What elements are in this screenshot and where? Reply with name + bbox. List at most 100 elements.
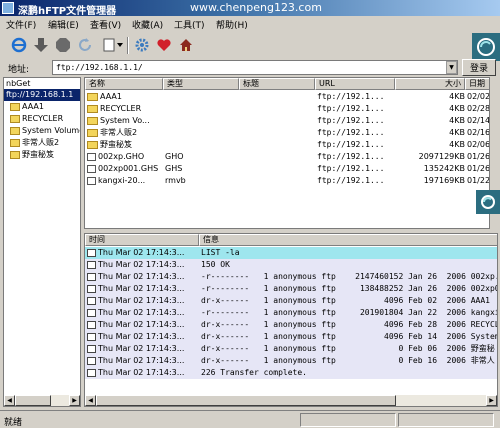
folder-icon bbox=[87, 92, 98, 101]
folder-icon bbox=[87, 128, 98, 137]
log-entry-icon bbox=[87, 296, 96, 305]
file-row[interactable]: 002xp001.GHS GHS ftp://192.1... 135242KB… bbox=[85, 163, 489, 175]
chevron-down-icon[interactable] bbox=[116, 36, 124, 54]
scroll-thumb[interactable] bbox=[96, 395, 396, 406]
log-row[interactable]: Thu Mar 02 17:14:3... 226 Transfer compl… bbox=[85, 367, 497, 379]
log-list: 时间 信息 Thu Mar 02 17:14:3... LIST -la Thu… bbox=[84, 233, 498, 407]
folder-tree: nbGet ftp://192.168.1.1 AAA1 RECYCLER Sy… bbox=[3, 77, 81, 407]
log-hscrollbar[interactable]: ◀ ▶ bbox=[85, 395, 497, 406]
favorites-heart-icon[interactable] bbox=[155, 36, 173, 54]
tree-item-server[interactable]: ftp://192.168.1.1 bbox=[4, 89, 80, 101]
log-row[interactable]: Thu Mar 02 17:14:3... dr-x------ 1 anony… bbox=[85, 331, 497, 343]
log-row[interactable]: Thu Mar 02 17:14:3... -r-------- 1 anony… bbox=[85, 307, 497, 319]
log-entry-icon bbox=[87, 320, 96, 329]
menu-file[interactable]: 文件(F) bbox=[6, 18, 36, 31]
log-entry-icon bbox=[87, 356, 96, 365]
tree-item[interactable]: System Volume bbox=[4, 125, 80, 137]
tree-item[interactable]: RECYCLER bbox=[4, 113, 80, 125]
log-entry-icon bbox=[87, 308, 96, 317]
tree-item[interactable]: 野蛮秘笈 bbox=[4, 149, 80, 161]
ie-connect-icon[interactable] bbox=[10, 36, 28, 54]
address-dropdown-icon[interactable]: ▼ bbox=[446, 61, 457, 74]
folder-icon bbox=[10, 102, 20, 111]
col-name[interactable]: 名称 bbox=[85, 78, 163, 90]
log-row[interactable]: Thu Mar 02 17:14:3... LIST -la bbox=[85, 247, 497, 259]
file-row[interactable]: 非常人贩2 ftp://192.1... 4KB 02/16/ bbox=[85, 127, 489, 139]
log-entry-icon bbox=[87, 344, 96, 353]
download-arrow-icon[interactable] bbox=[32, 36, 50, 54]
log-row[interactable]: Thu Mar 02 17:14:3... 150 OK bbox=[85, 259, 497, 271]
folder-icon bbox=[10, 150, 20, 159]
status-panel bbox=[398, 413, 494, 427]
log-row[interactable]: Thu Mar 02 17:14:3... -r-------- 1 anony… bbox=[85, 283, 497, 295]
log-row[interactable]: Thu Mar 02 17:14:3... dr-x------ 1 anony… bbox=[85, 355, 497, 367]
brand-logo bbox=[472, 33, 500, 61]
folder-icon bbox=[10, 138, 20, 147]
folder-icon bbox=[10, 114, 20, 123]
col-info[interactable]: 信息 bbox=[199, 234, 497, 246]
file-row[interactable]: 002xp.GHO GHO ftp://192.1... 2097129KB 0… bbox=[85, 151, 489, 163]
tree-root[interactable]: nbGet bbox=[4, 78, 80, 89]
menu-bar: 文件(F) 编辑(E) 查看(V) 收藏(A) 工具(T) 帮助(H) bbox=[0, 16, 500, 32]
file-row[interactable]: 野蛮秘笈 ftp://192.1... 4KB 02/06/ bbox=[85, 139, 489, 151]
log-row[interactable]: Thu Mar 02 17:14:3... dr-x------ 1 anony… bbox=[85, 295, 497, 307]
toolbar bbox=[0, 33, 472, 59]
settings-gear-icon[interactable] bbox=[133, 36, 151, 54]
log-entry-icon bbox=[87, 260, 96, 269]
site-watermark: www.chenpeng123.com bbox=[190, 1, 322, 14]
brand-logo-small bbox=[476, 190, 500, 214]
tree-item[interactable]: AAA1 bbox=[4, 101, 80, 113]
tree-hscrollbar[interactable]: ◀ ▶ bbox=[4, 395, 80, 406]
file-row[interactable]: kangxi-20... rmvb ftp://192.1... 197169K… bbox=[85, 175, 489, 187]
scroll-left-icon[interactable]: ◀ bbox=[85, 395, 96, 406]
file-icon bbox=[87, 152, 96, 161]
file-list: 名称 类型 标题 URL 大小 日期 AAA1 ftp://192.1... 4… bbox=[84, 77, 490, 229]
tree-item[interactable]: 非常人贩2 bbox=[4, 137, 80, 149]
scroll-thumb[interactable] bbox=[15, 395, 51, 406]
folder-icon bbox=[87, 116, 98, 125]
title-bar: 深鹏hFTP文件管理器 www.chenpeng123.com bbox=[0, 0, 500, 17]
log-entry-icon bbox=[87, 284, 96, 293]
home-icon[interactable] bbox=[177, 36, 195, 54]
folder-icon bbox=[87, 140, 98, 149]
folder-icon bbox=[87, 104, 98, 113]
menu-tools[interactable]: 工具(T) bbox=[174, 18, 205, 31]
log-row[interactable]: Thu Mar 02 17:14:3... -r-------- 1 anony… bbox=[85, 271, 497, 283]
log-row[interactable]: Thu Mar 02 17:14:3... dr-x------ 1 anony… bbox=[85, 343, 497, 355]
login-button[interactable]: 登录 bbox=[462, 59, 496, 76]
col-time[interactable]: 时间 bbox=[85, 234, 199, 246]
app-icon bbox=[2, 2, 14, 14]
log-entry-icon bbox=[87, 332, 96, 341]
log-entry-icon bbox=[87, 368, 96, 377]
file-row[interactable]: System Vo... ftp://192.1... 4KB 02/14/ bbox=[85, 115, 489, 127]
address-input[interactable]: ftp://192.168.1.1/ bbox=[52, 60, 458, 75]
col-date[interactable]: 日期 bbox=[465, 78, 489, 90]
status-bar: 就绪 bbox=[0, 410, 500, 428]
menu-favorites[interactable]: 收藏(A) bbox=[132, 18, 163, 31]
col-title[interactable]: 标题 bbox=[239, 78, 315, 90]
file-icon bbox=[87, 164, 96, 173]
scroll-right-icon[interactable]: ▶ bbox=[69, 395, 80, 406]
col-type[interactable]: 类型 bbox=[163, 78, 239, 90]
col-url[interactable]: URL bbox=[315, 78, 395, 90]
file-row[interactable]: AAA1 ftp://192.1... 4KB 02/02/ bbox=[85, 91, 489, 103]
menu-edit[interactable]: 编辑(E) bbox=[48, 18, 79, 31]
col-size[interactable]: 大小 bbox=[395, 78, 465, 90]
scroll-left-icon[interactable]: ◀ bbox=[4, 395, 15, 406]
scroll-right-icon[interactable]: ▶ bbox=[486, 395, 497, 406]
toolbar-separator bbox=[127, 37, 129, 54]
file-icon bbox=[87, 176, 96, 185]
stop-icon[interactable] bbox=[54, 36, 72, 54]
log-entry-icon bbox=[87, 248, 96, 257]
menu-view[interactable]: 查看(V) bbox=[90, 18, 121, 31]
status-text: 就绪 bbox=[4, 418, 23, 428]
log-row[interactable]: Thu Mar 02 17:14:3... dr-x------ 1 anony… bbox=[85, 319, 497, 331]
address-bar: 地址: ftp://192.168.1.1/ ▼ 登录 bbox=[0, 59, 500, 77]
log-entry-icon bbox=[87, 272, 96, 281]
address-label: 地址: bbox=[8, 65, 30, 75]
window-title: 深鹏hFTP文件管理器 bbox=[18, 6, 117, 17]
menu-help[interactable]: 帮助(H) bbox=[216, 18, 248, 31]
file-row[interactable]: RECYCLER ftp://192.1... 4KB 02/28/ bbox=[85, 103, 489, 115]
folder-icon bbox=[10, 126, 20, 135]
refresh-icon[interactable] bbox=[76, 36, 94, 54]
